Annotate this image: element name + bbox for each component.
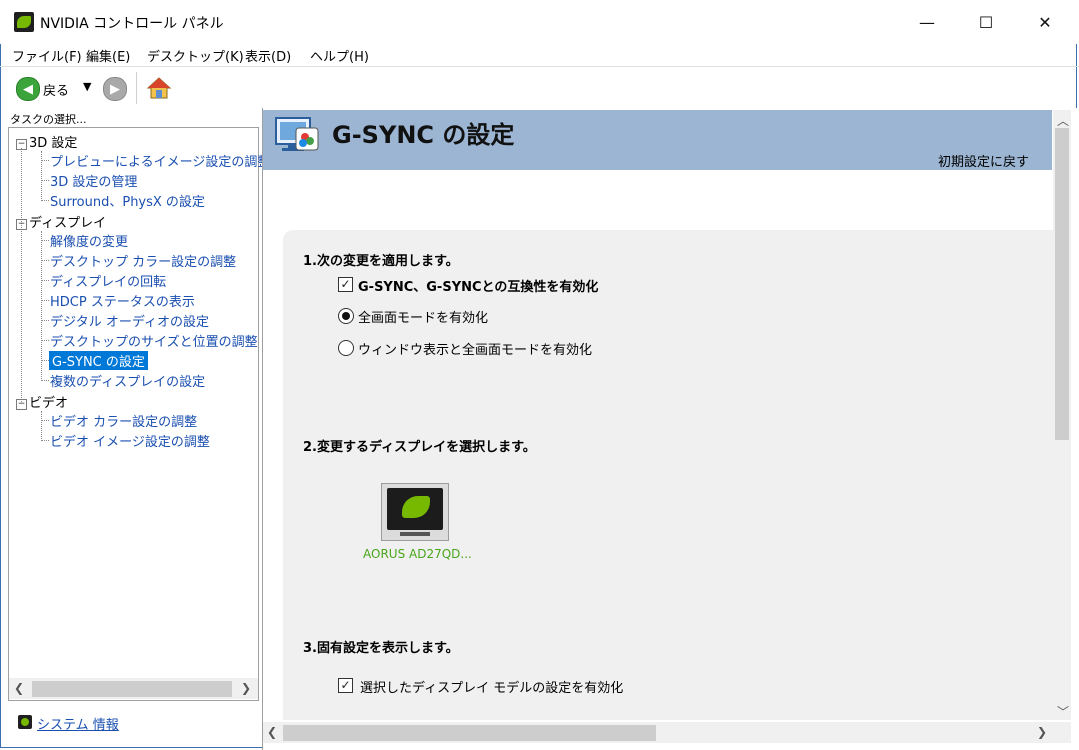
tree-item-digital-audio[interactable]: デジタル オーディオの設定 — [50, 311, 209, 330]
caret-down-icon[interactable]: ▼ — [83, 80, 91, 93]
radio-fullscreen-label[interactable]: 全画面モードを有効化 — [358, 307, 488, 326]
tree-item-hdcp[interactable]: HDCP ステータスの表示 — [50, 291, 195, 310]
tree-item-gsync[interactable]: G-SYNC の設定 — [49, 351, 148, 370]
tree-item-preview-image[interactable]: プレビューによるイメージ設定の調整 — [50, 151, 270, 170]
scroll-right-arrow-icon[interactable]: ❯ — [1037, 725, 1047, 739]
sidebar-scroll-thumb[interactable] — [32, 681, 232, 697]
tree-item-rotation[interactable]: ディスプレイの回転 — [50, 271, 166, 290]
back-button-label[interactable]: 戻る — [43, 80, 69, 99]
content-vscroll-thumb[interactable] — [1055, 128, 1069, 440]
tree-item-desktop-size[interactable]: デスクトップのサイズと位置の調整 — [50, 331, 258, 350]
display-monitor-icon[interactable] — [381, 483, 449, 541]
tree-category-3d[interactable]: −3D 設定 — [16, 132, 77, 151]
tree-branch — [42, 320, 49, 321]
tree-connector — [41, 411, 42, 441]
tree-category-video[interactable]: − ビデオ — [16, 392, 68, 411]
back-arrow-icon[interactable]: ◀ — [16, 77, 40, 101]
window-title: NVIDIA コントロール パネル — [40, 16, 224, 32]
tree-branch — [42, 160, 49, 161]
home-icon[interactable] — [146, 76, 172, 100]
restore-defaults-link[interactable]: 初期設定に戻す — [938, 151, 1029, 170]
system-info-icon[interactable] — [18, 715, 32, 729]
gsync-enable-label[interactable]: G-SYNC、G-SYNCとの互換性を有効化 — [358, 276, 598, 295]
scroll-left-arrow-icon[interactable]: ❮ — [267, 725, 277, 739]
radio-fullscreen[interactable] — [338, 308, 354, 324]
tree-branch — [42, 340, 49, 341]
scroll-up-arrow-icon[interactable]: ︿ — [1057, 112, 1069, 129]
menu-edit[interactable]: 編集(E) — [86, 46, 130, 65]
tree-item-resolution[interactable]: 解像度の変更 — [50, 231, 128, 250]
tree-connector — [41, 151, 42, 201]
tree-category-display[interactable]: − ディスプレイ — [16, 212, 106, 231]
tree-branch — [42, 360, 49, 361]
tree-connector — [41, 231, 42, 381]
tree-item-multi-display[interactable]: 複数のディスプレイの設定 — [50, 371, 205, 390]
menu-desktop[interactable]: デスクトップ(K) — [147, 46, 244, 65]
gsync-enable-checkbox[interactable]: ✓ — [338, 277, 353, 292]
toolbar-divider — [136, 72, 137, 104]
radio-windowed-fullscreen[interactable] — [338, 340, 354, 356]
tree-branch — [42, 300, 49, 301]
minimize-button[interactable]: — — [898, 0, 956, 44]
step1-heading: 1.次の変更を適用します。 — [303, 254, 459, 269]
tree-item-desktop-color[interactable]: デスクトップ カラー設定の調整 — [50, 251, 236, 270]
tree-item-surround-physx[interactable]: Surround、PhysX の設定 — [50, 191, 205, 210]
tree-branch — [42, 200, 49, 201]
radio-windowed-fullscreen-label[interactable]: ウィンドウ表示と全画面モードを有効化 — [358, 339, 592, 358]
menu-help[interactable]: ヘルプ(H) — [310, 46, 369, 65]
tree-branch — [42, 380, 49, 381]
tree-branch — [42, 240, 49, 241]
display-settings-icon — [274, 116, 322, 154]
model-settings-checkbox[interactable]: ✓ — [338, 678, 353, 693]
tree-branch — [42, 180, 49, 181]
tree-branch — [42, 260, 49, 261]
display-name-label[interactable]: AORUS AD27QD... — [363, 547, 472, 561]
task-select-label: タスクの選択... — [10, 113, 87, 126]
scrollbar-corner — [1053, 722, 1071, 743]
step3-heading: 3.固有設定を表示します。 — [303, 641, 459, 656]
tree-branch — [42, 420, 49, 421]
forward-arrow-icon[interactable]: ▶ — [103, 77, 127, 101]
maximize-button[interactable]: ☐ — [957, 0, 1015, 44]
scroll-left-arrow-icon[interactable]: ❮ — [14, 681, 24, 695]
tree-connector — [21, 148, 22, 402]
system-info-link[interactable]: システム 情報 — [37, 714, 119, 733]
tree-item-video-image[interactable]: ビデオ イメージ設定の調整 — [50, 431, 210, 450]
page-title: G-SYNC の設定 — [332, 121, 515, 149]
content-hscroll-thumb[interactable] — [283, 725, 656, 741]
tree-branch — [42, 440, 49, 441]
model-settings-label[interactable]: 選択したディスプレイ モデルの設定を有効化 — [360, 677, 623, 696]
scroll-down-arrow-icon[interactable]: ﹀ — [1057, 703, 1069, 720]
tree-item-3d-manage[interactable]: 3D 設定の管理 — [50, 171, 137, 190]
menu-file[interactable]: ファイル(F) — [12, 46, 82, 65]
step2-heading: 2.変更するディスプレイを選択します。 — [303, 440, 536, 455]
tree-item-video-color[interactable]: ビデオ カラー設定の調整 — [50, 411, 197, 430]
nvidia-logo-icon — [14, 12, 34, 32]
tree-branch — [42, 280, 49, 281]
close-button[interactable]: ✕ — [1016, 0, 1074, 44]
menu-view[interactable]: 表示(D) — [245, 46, 291, 65]
scroll-right-arrow-icon[interactable]: ❯ — [241, 681, 251, 695]
